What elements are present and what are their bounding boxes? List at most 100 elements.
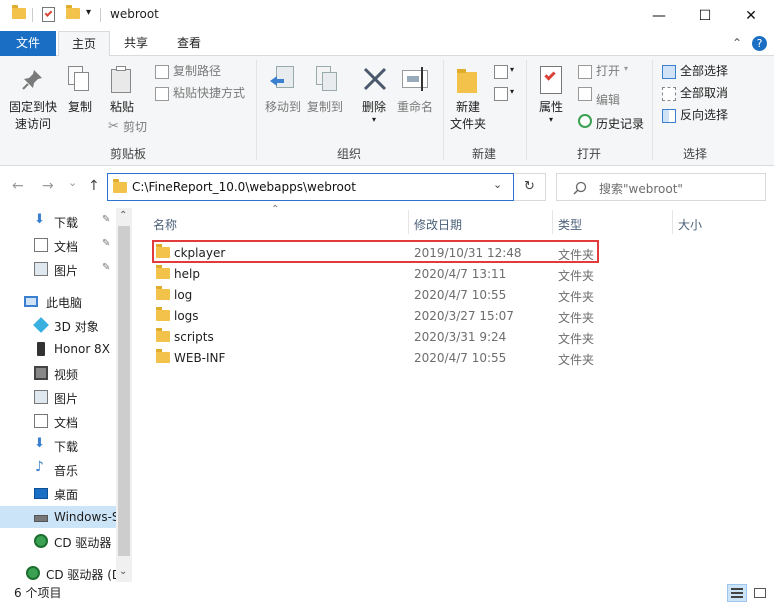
pin-quick-access-button[interactable]: 固定到快 速访问 — [4, 99, 62, 133]
file-modified: 2020/4/7 10:55 — [414, 351, 507, 365]
folder-icon — [156, 307, 170, 321]
file-row-help[interactable]: help 2020/4/7 13:11 文件夹 — [152, 263, 598, 284]
sidebar-item-desktop[interactable]: 桌面 — [0, 482, 116, 504]
sidebar-item-downloads-quick[interactable]: ⬇ 下载 ✎ — [0, 210, 116, 232]
sidebar-item-honor-8x[interactable]: Honor 8X — [0, 338, 116, 360]
copy-button[interactable]: 复制 — [64, 99, 96, 116]
help-icon[interactable]: ? — [752, 36, 767, 51]
file-type: 文件夹 — [558, 269, 595, 283]
copy-to-button[interactable]: 复制到 — [304, 99, 346, 116]
file-type: 文件夹 — [558, 290, 595, 304]
maximize-button[interactable]: ☐ — [682, 0, 728, 31]
invert-selection-button[interactable]: 反向选择 — [680, 107, 728, 124]
scroll-up-icon[interactable]: ⌃ — [119, 210, 127, 221]
tab-file[interactable]: 文件 — [0, 31, 56, 56]
properties-qat-icon[interactable] — [42, 7, 55, 22]
pinned-icon: ✎ — [102, 214, 111, 225]
paste-button[interactable]: 粘贴 — [106, 99, 138, 116]
select-all-button[interactable]: 全部选择 — [680, 63, 728, 80]
search-box[interactable]: 搜索"webroot" — [556, 173, 766, 201]
folder-icon — [156, 286, 170, 300]
sidebar-item-cd-drive-root[interactable]: CD 驱动器 (D — [0, 562, 116, 584]
file-name: WEB-INF — [174, 351, 226, 365]
file-row-log[interactable]: log 2020/4/7 10:55 文件夹 — [152, 284, 598, 305]
delete-button[interactable]: 删除 ▾ — [358, 99, 390, 124]
details-view-button[interactable] — [727, 584, 747, 602]
address-bar[interactable]: C:\FineReport_10.0\webapps\webroot ⌄ — [107, 173, 514, 201]
paste-shortcut-button[interactable]: 粘贴快捷方式 — [173, 85, 245, 102]
refresh-button[interactable]: ↻ — [514, 173, 546, 201]
details-view-icon-line — [731, 596, 743, 598]
sidebar-item-pictures-quick[interactable]: 图片 ✎ — [0, 258, 116, 280]
delete-label: 删除 — [361, 100, 386, 114]
tab-share[interactable]: 共享 — [110, 31, 162, 56]
column-header-modified[interactable]: 修改日期 — [414, 216, 462, 233]
close-icon: ✕ — [745, 7, 757, 24]
group-separator — [652, 60, 653, 160]
sidebar-item-music[interactable]: ♪ 音乐 — [0, 458, 116, 480]
details-view-icon-line — [731, 592, 743, 594]
file-row-scripts[interactable]: scripts 2020/3/31 9:24 文件夹 — [152, 326, 598, 347]
easy-access-dropdown-icon[interactable]: ▾ — [510, 87, 514, 96]
new-folder-button[interactable]: 新建 文件夹 — [446, 99, 490, 133]
column-header-name[interactable]: 名称 — [153, 216, 177, 233]
tab-view[interactable]: 查看 — [162, 31, 216, 56]
sidebar-item-windows-drive[interactable]: Windows-S — [0, 506, 116, 528]
column-divider[interactable] — [672, 210, 673, 234]
sidebar-item-pictures[interactable]: 图片 — [0, 386, 116, 408]
ribbon: 固定到快 速访问 复制 粘贴 复制路径 粘贴快捷方式 ✂ 剪切 剪贴板 移动到 … — [0, 56, 774, 166]
open-dropdown-icon[interactable]: ▾ — [624, 64, 628, 73]
rename-button[interactable]: 重命名 — [394, 99, 436, 116]
copy-path-button[interactable]: 复制路径 — [173, 63, 221, 80]
up-icon[interactable]: ↑ — [88, 178, 100, 194]
file-row-web-inf[interactable]: WEB-INF 2020/4/7 10:55 文件夹 — [152, 347, 598, 368]
new-folder-label-line2: 文件夹 — [449, 117, 486, 131]
select-none-icon — [662, 87, 676, 101]
download-icon: ⬇ — [34, 436, 45, 451]
copy-to-icon — [314, 66, 340, 94]
close-button[interactable]: ✕ — [728, 0, 774, 31]
document-icon — [34, 414, 48, 428]
sidebar-scroll-thumb[interactable] — [118, 226, 130, 556]
sidebar-item-documents[interactable]: 文档 — [0, 410, 116, 432]
back-icon[interactable]: ← — [12, 178, 24, 194]
collapse-ribbon-icon[interactable]: ⌃ — [732, 36, 742, 50]
new-item-dropdown-icon[interactable]: ▾ — [510, 65, 514, 74]
file-row-logs[interactable]: logs 2020/3/27 15:07 文件夹 — [152, 305, 598, 326]
column-header-type[interactable]: 类型 — [558, 216, 582, 233]
qat-dropdown-icon[interactable]: ▾ — [86, 7, 91, 18]
folder-icon — [156, 328, 170, 342]
minimize-button[interactable]: — — [636, 0, 682, 31]
tab-home[interactable]: 主页 — [58, 31, 110, 57]
column-divider[interactable] — [552, 210, 553, 234]
select-none-button[interactable]: 全部取消 — [680, 85, 728, 102]
sidebar-item-downloads[interactable]: ⬇ 下载 — [0, 434, 116, 456]
sidebar-item-3d-objects[interactable]: 3D 对象 — [0, 314, 116, 336]
sidebar-item-cd-drive[interactable]: CD 驱动器 — [0, 530, 116, 552]
address-dropdown-icon[interactable]: ⌄ — [493, 178, 502, 191]
file-name: log — [174, 288, 193, 302]
column-divider[interactable] — [408, 210, 409, 234]
details-view-icon — [731, 588, 743, 590]
address-path[interactable]: C:\FineReport_10.0\webapps\webroot — [132, 180, 356, 194]
properties-button[interactable]: 属性 ▾ — [534, 99, 568, 124]
large-icons-view-button[interactable] — [750, 584, 770, 602]
history-button[interactable]: 历史记录 — [596, 116, 644, 133]
new-folder-qat-icon[interactable] — [66, 5, 80, 19]
column-header-size[interactable]: 大小 — [678, 216, 702, 233]
new-item-icon[interactable] — [494, 65, 508, 79]
recent-locations-icon[interactable]: ⌄ — [68, 176, 77, 189]
cd-drive-icon — [34, 534, 48, 548]
easy-access-icon[interactable] — [494, 87, 508, 101]
forward-icon[interactable]: → — [42, 178, 54, 194]
cut-button[interactable]: 剪切 — [123, 119, 147, 136]
sidebar-item-documents-quick[interactable]: 文档 ✎ — [0, 234, 116, 256]
picture-icon — [34, 390, 48, 404]
scroll-down-icon[interactable]: ⌄ — [119, 566, 127, 577]
sidebar-item-videos[interactable]: 视频 — [0, 362, 116, 384]
edit-button[interactable]: 编辑 — [596, 92, 620, 109]
sidebar-item-this-pc[interactable]: 此电脑 — [0, 290, 116, 312]
move-to-button[interactable]: 移动到 — [262, 99, 304, 116]
music-icon: ♪ — [35, 459, 44, 475]
open-button[interactable]: 打开 — [596, 63, 620, 80]
